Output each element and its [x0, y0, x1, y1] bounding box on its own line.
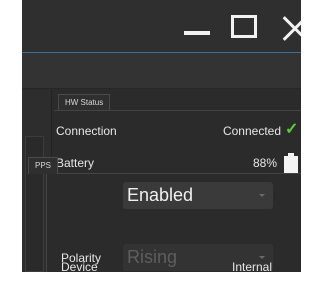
tab-hw-status[interactable]: HW Status — [58, 94, 111, 111]
toolbar — [22, 53, 301, 89]
bottom-margin — [0, 272, 301, 299]
maximize-button[interactable] — [229, 10, 269, 42]
battery-row: Battery 88% — [56, 153, 301, 175]
battery-label: Battery — [56, 156, 95, 170]
battery-icon — [283, 153, 299, 175]
close-button[interactable] — [277, 10, 301, 42]
polarity-value: Rising — [127, 247, 178, 267]
connection-label: Connection — [56, 124, 117, 138]
pps-mode-value: Enabled — [127, 185, 194, 205]
title-bar — [22, 0, 301, 53]
connection-row: Connection Connected ✓ — [56, 121, 301, 141]
pps-mode-select[interactable]: Enabled — [123, 182, 273, 209]
app-window: HW Status Connection Connected ✓ Battery… — [22, 0, 301, 272]
maximize-icon — [231, 15, 257, 38]
minimize-icon — [184, 31, 210, 35]
minimize-button[interactable] — [182, 10, 222, 42]
tab-pps[interactable]: PPS — [28, 157, 59, 174]
checkmark-icon: ✓ — [285, 121, 299, 138]
chevron-down-icon — [259, 194, 265, 197]
